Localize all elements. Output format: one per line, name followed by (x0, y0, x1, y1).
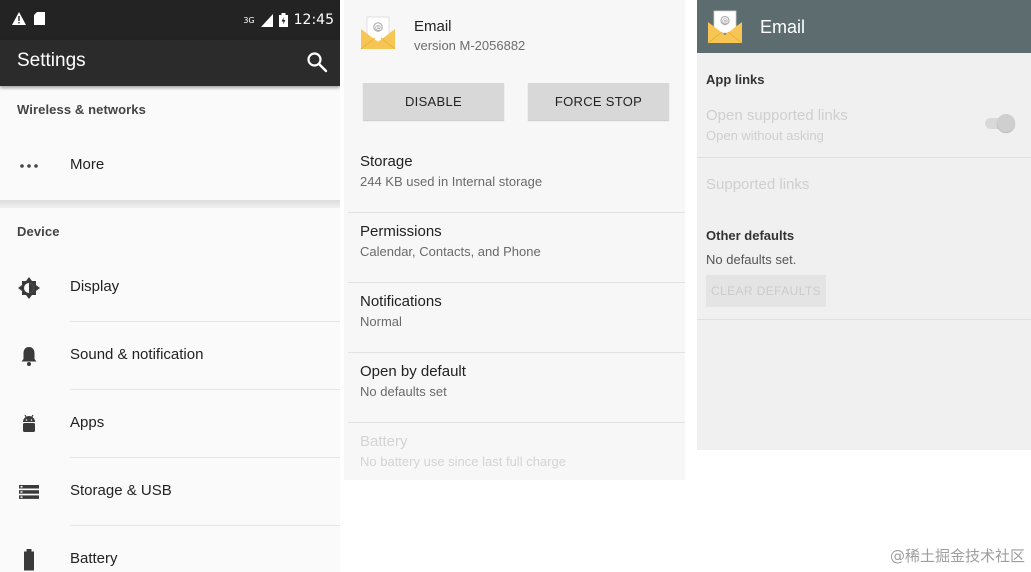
bell-icon (21, 347, 37, 366)
page-title: Email (760, 17, 806, 37)
more-dots-icon (20, 164, 38, 168)
app-info-notifications[interactable]: Notifications Normal (344, 283, 685, 353)
supported-links-item: Supported links (706, 176, 810, 193)
item-summary: Normal (360, 314, 402, 329)
item-summary: No defaults set (360, 384, 447, 399)
search-icon[interactable] (306, 51, 328, 73)
settings-app-bar: Settings (0, 40, 340, 86)
open-supported-links-toggle (983, 114, 1015, 132)
row-divider (697, 157, 1031, 158)
settings-panel: 3G 12:45 Settings Wireless & networks Mo… (0, 0, 340, 572)
clear-defaults-button: CLEAR DEFAULTS (706, 275, 826, 307)
battery-icon (24, 549, 34, 571)
app-version: version M-2056882 (414, 38, 526, 53)
settings-item-label: Battery (70, 550, 118, 567)
signal-icon (260, 13, 273, 27)
settings-item-more[interactable]: More (0, 132, 340, 200)
settings-item-battery[interactable]: Battery (0, 526, 340, 572)
app-info-permissions[interactable]: Permissions Calendar, Contacts, and Phon… (344, 213, 685, 283)
toggle-thumb (997, 114, 1015, 132)
svg-text:@: @ (722, 18, 728, 25)
network-type: 3G (243, 15, 255, 25)
settings-item-label: More (70, 156, 105, 173)
row-divider (697, 319, 1031, 320)
item-summary: 244 KB used in Internal storage (360, 174, 543, 189)
status-bar: 3G 12:45 (0, 0, 340, 40)
panel-bottom-blank (344, 480, 685, 572)
settings-item-sound[interactable]: Sound & notification (0, 322, 340, 390)
settings-item-label: Apps (70, 414, 105, 431)
settings-item-label: Display (70, 278, 120, 295)
section-header-device: Device (17, 224, 60, 239)
brightness-icon (18, 277, 40, 299)
app-header: @ Email version M-2056882 (344, 0, 685, 72)
settings-item-label: Storage & USB (70, 482, 172, 499)
battery-status-icon (278, 13, 288, 27)
open-supported-links-summary: Open without asking (706, 128, 824, 143)
section-header-wireless: Wireless & networks (17, 102, 146, 117)
email-app-icon: @ (707, 10, 743, 44)
app-name: Email (414, 18, 452, 35)
no-defaults-text: No defaults set. (706, 252, 797, 267)
svg-text:@: @ (375, 25, 381, 32)
settings-item-label: Sound & notification (70, 346, 204, 363)
status-time: 12:45 (293, 12, 334, 28)
open-supported-links-title: Open supported links (706, 107, 848, 124)
email-app-icon: @ (360, 16, 396, 50)
item-title: Storage (360, 153, 413, 170)
section-header-app-links: App links (706, 72, 765, 87)
watermark: @稀土掘金技术社区 (889, 547, 1025, 565)
settings-item-storage[interactable]: Storage & USB (0, 458, 340, 526)
settings-item-display[interactable]: Display (0, 254, 340, 322)
settings-item-apps[interactable]: Apps (0, 390, 340, 458)
sd-card-icon (34, 12, 45, 25)
open-supported-links-row: Open supported links Open without asking (697, 100, 1031, 157)
storage-icon (19, 485, 39, 499)
app-info-storage[interactable]: Storage 244 KB used in Internal storage (344, 143, 685, 213)
disable-button[interactable]: DISABLE (363, 83, 504, 120)
item-summary: No battery use since last full charge (360, 454, 566, 469)
force-stop-button[interactable]: FORCE STOP (528, 83, 669, 120)
section-divider (0, 200, 340, 208)
open-by-default-app-bar: @ Email (697, 0, 1031, 53)
page-title: Settings (17, 50, 86, 71)
panel-gap (685, 0, 697, 572)
item-summary: Calendar, Contacts, and Phone (360, 244, 541, 259)
section-header-other-defaults: Other defaults (706, 228, 795, 243)
open-by-default-content: App links Open supported links Open with… (697, 53, 1031, 450)
open-by-default-panel: @ Email App links Open supported links O… (697, 0, 1031, 572)
item-title: Open by default (360, 363, 466, 380)
item-title: Notifications (360, 293, 442, 310)
app-info-open-by-default[interactable]: Open by default No defaults set (344, 353, 685, 423)
warning-icon (12, 12, 26, 25)
app-info-panel: @ Email version M-2056882 DISABLE FORCE … (344, 0, 685, 572)
item-title: Permissions (360, 223, 442, 240)
android-icon (23, 414, 35, 432)
item-title: Battery (360, 433, 408, 450)
